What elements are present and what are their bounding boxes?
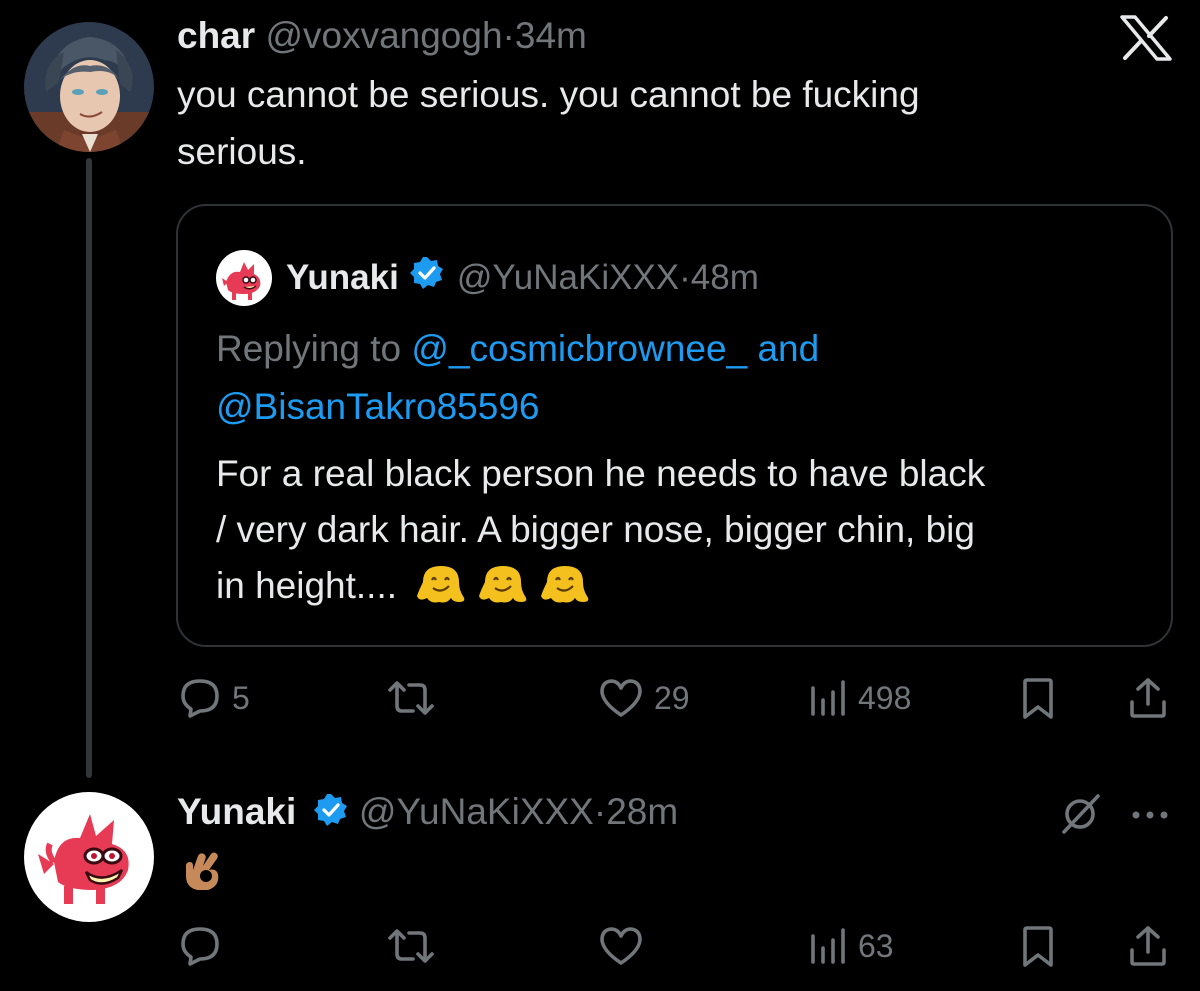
views-button[interactable]: 498 xyxy=(808,678,911,718)
verified-badge-icon xyxy=(313,792,349,838)
like-count: 29 xyxy=(654,679,690,716)
quote-text-line: in height.... xyxy=(216,565,398,606)
reply-author-name[interactable]: Yunaki xyxy=(177,791,296,832)
reply-author-avatar[interactable] xyxy=(24,792,154,922)
reply-author-handle[interactable]: @YuNaKiXXX xyxy=(359,791,594,832)
retweet-icon xyxy=(386,678,436,718)
tweet-text-line: serious. xyxy=(177,131,307,172)
more-options-icon[interactable] xyxy=(1130,808,1170,826)
like-button[interactable]: 29 xyxy=(598,677,690,719)
bookmark-button[interactable] xyxy=(1020,677,1056,721)
tweet-text: you cannot be serious. you cannot be fuc… xyxy=(177,66,1107,180)
reply-text: 👌🏽 xyxy=(178,846,226,906)
bookmark-button[interactable] xyxy=(1020,925,1056,969)
melting-face-emoji xyxy=(413,562,469,622)
author-handle[interactable]: @voxvangogh xyxy=(265,15,502,56)
like-button[interactable] xyxy=(598,925,654,967)
quoted-tweet-card[interactable]: Yunaki @YuNaKiXXX · 48m Replying to @_cosm… xyxy=(176,204,1173,647)
bookmark-icon xyxy=(1020,925,1056,969)
quote-text-line: / very dark hair. A bigger nose, bigger … xyxy=(216,509,975,550)
quote-header: Yunaki @YuNaKiXXX · 48m xyxy=(216,250,759,306)
quote-text: For a real black person he needs to have… xyxy=(216,446,1156,622)
grok-icon[interactable] xyxy=(1058,792,1102,841)
quote-author-avatar[interactable] xyxy=(216,250,272,306)
mention-joiner: and xyxy=(757,328,820,369)
views-button[interactable]: 63 xyxy=(808,926,894,966)
quote-text-line: For a real black person he needs to have… xyxy=(216,453,986,494)
bookmark-icon xyxy=(1020,677,1056,721)
retweet-icon xyxy=(386,926,436,966)
views-icon xyxy=(808,678,848,718)
author-name[interactable]: char xyxy=(177,15,255,56)
replying-to: Replying to @_cosmicbrownee_ and @BisanT… xyxy=(216,320,1156,436)
share-button[interactable] xyxy=(1128,676,1168,720)
mention-link[interactable]: @_cosmicbrownee_ xyxy=(411,328,747,369)
quote-author-name[interactable]: Yunaki xyxy=(286,256,399,300)
x-logo-icon[interactable] xyxy=(1118,14,1174,67)
quote-time[interactable]: 48m xyxy=(691,256,759,300)
reply-icon xyxy=(178,676,222,720)
views-count: 498 xyxy=(858,679,912,716)
heart-icon xyxy=(598,677,644,719)
tweet-time[interactable]: 34m xyxy=(515,15,587,56)
share-icon xyxy=(1128,676,1168,720)
thread-connector-line xyxy=(86,158,92,778)
reply-time[interactable]: 28m xyxy=(606,791,678,832)
author-avatar[interactable] xyxy=(24,22,154,152)
views-count: 63 xyxy=(858,927,894,964)
melting-face-emoji xyxy=(537,562,593,622)
quote-text-last-line: in height.... xyxy=(216,558,1156,622)
retweet-button[interactable] xyxy=(386,926,446,966)
reply-button[interactable] xyxy=(178,924,232,968)
verified-badge-icon xyxy=(409,255,445,302)
quote-author-handle[interactable]: @YuNaKiXXX xyxy=(457,256,679,300)
separator-dot: · xyxy=(502,15,515,56)
heart-icon xyxy=(598,925,644,967)
replying-prefix: Replying to xyxy=(216,328,402,369)
share-icon xyxy=(1128,924,1168,968)
reply-count: 5 xyxy=(232,679,250,716)
ok-hand-emoji-icon xyxy=(186,852,219,890)
separator-dot: · xyxy=(679,258,691,297)
reply-icon xyxy=(178,924,222,968)
reply-header: Yunaki @YuNaKiXXX·28m xyxy=(177,790,678,838)
tweet-text-line: you cannot be serious. you cannot be fuc… xyxy=(177,74,920,115)
views-icon xyxy=(808,926,848,966)
tweet-header: char @voxvangogh·34m xyxy=(177,14,587,58)
melting-face-emoji xyxy=(475,562,531,622)
retweet-button[interactable] xyxy=(386,678,446,718)
mention-link[interactable]: @BisanTakro85596 xyxy=(216,386,539,427)
separator-dot: · xyxy=(593,791,607,832)
reply-button[interactable]: 5 xyxy=(178,676,250,720)
share-button[interactable] xyxy=(1128,924,1168,968)
